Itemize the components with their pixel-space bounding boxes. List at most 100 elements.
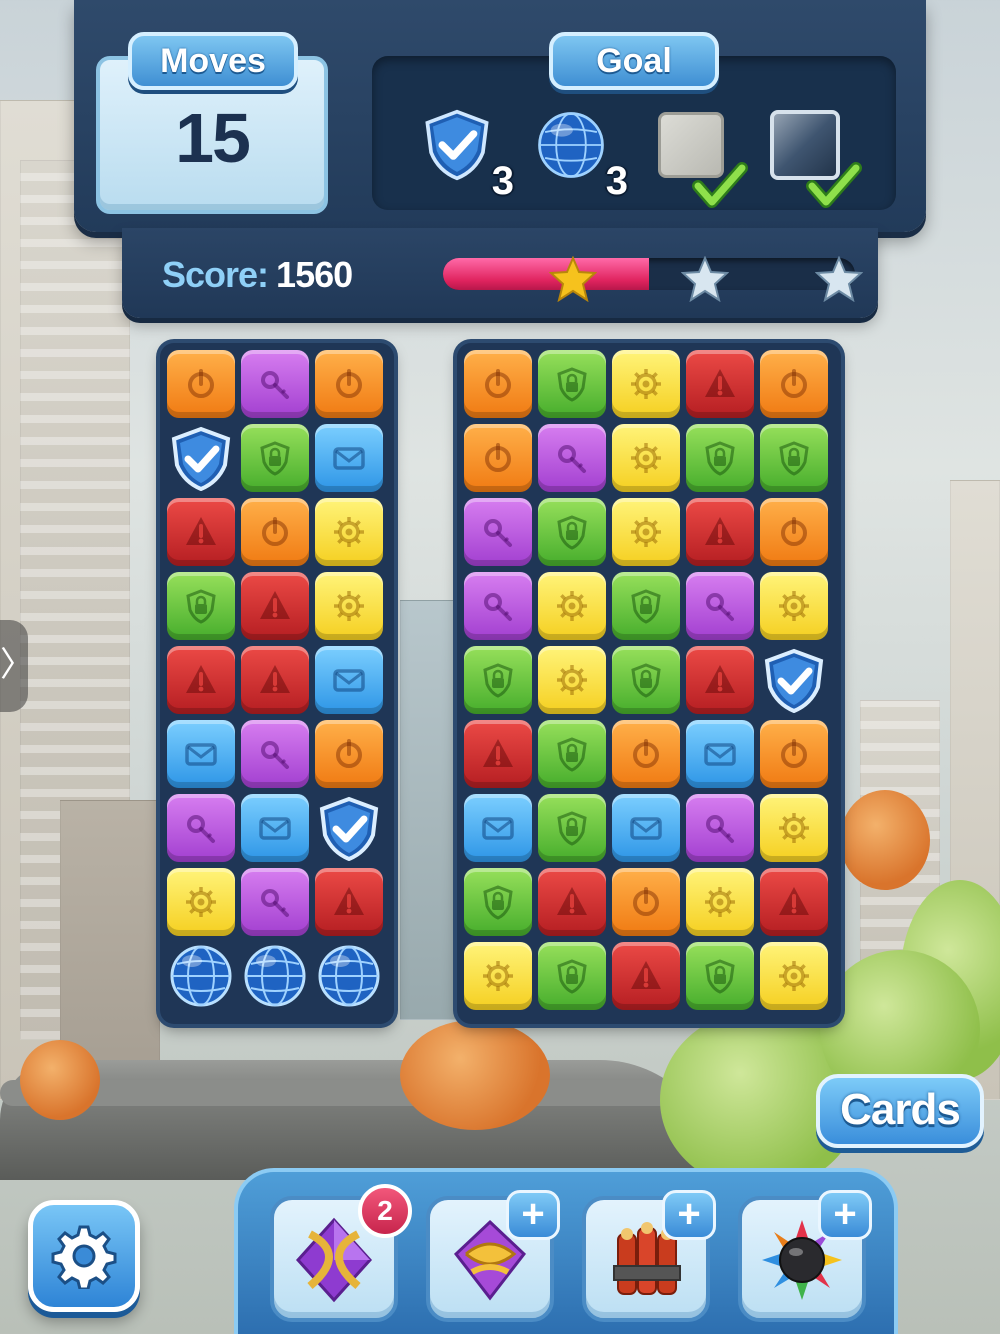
tile-alert[interactable] (609, 939, 683, 1013)
tile-mail[interactable] (461, 791, 535, 865)
power-icon (781, 369, 807, 398)
tile-key[interactable] (238, 865, 312, 939)
tile-power[interactable] (609, 865, 683, 939)
tile-key[interactable] (683, 569, 757, 643)
tile-power[interactable] (757, 347, 831, 421)
tile-gear[interactable] (757, 569, 831, 643)
globe-icon (244, 945, 306, 1007)
tile-lock[interactable] (683, 939, 757, 1013)
booster-dynamite[interactable]: + (582, 1190, 716, 1322)
tile-power[interactable] (757, 717, 831, 791)
tile-power[interactable] (461, 421, 535, 495)
tile-power[interactable] (609, 717, 683, 791)
tile-lock[interactable] (238, 421, 312, 495)
tile-lock[interactable] (164, 569, 238, 643)
tile-power[interactable] (238, 495, 312, 569)
tile-globe[interactable] (312, 939, 386, 1013)
lock-icon (631, 663, 661, 698)
tile-mail[interactable] (312, 643, 386, 717)
add-booster-button[interactable]: + (506, 1190, 560, 1240)
alert-icon (483, 739, 513, 767)
mail-icon (482, 817, 514, 840)
tile-lock[interactable] (609, 569, 683, 643)
tile-gear[interactable] (535, 569, 609, 643)
tile-lock[interactable] (535, 495, 609, 569)
mail-icon (185, 743, 217, 766)
tile-gear[interactable] (609, 347, 683, 421)
tile-lock[interactable] (535, 347, 609, 421)
tile-alert[interactable] (312, 865, 386, 939)
alert-icon (705, 517, 735, 545)
cards-button[interactable]: Cards (816, 1074, 984, 1148)
gear-icon (334, 591, 364, 621)
tile-mail[interactable] (164, 717, 238, 791)
tile-alert[interactable] (238, 569, 312, 643)
tile-lock[interactable] (535, 717, 609, 791)
mail-icon (333, 447, 365, 470)
tile-gear[interactable] (312, 569, 386, 643)
side-panel-handle[interactable]: 〉 (0, 620, 34, 712)
tile-gear[interactable] (312, 495, 386, 569)
settings-button[interactable] (28, 1200, 140, 1312)
tile-alert[interactable] (535, 865, 609, 939)
tile-key[interactable] (461, 495, 535, 569)
tile-lock[interactable] (535, 939, 609, 1013)
tile-gear[interactable] (757, 791, 831, 865)
tile-lock[interactable] (683, 421, 757, 495)
tile-lock[interactable] (535, 791, 609, 865)
tile-alert[interactable] (164, 495, 238, 569)
tile-power[interactable] (312, 717, 386, 791)
tile-key[interactable] (238, 347, 312, 421)
tile-power[interactable] (164, 347, 238, 421)
tile-globe[interactable] (238, 939, 312, 1013)
tile-mail[interactable] (683, 717, 757, 791)
tile-alert[interactable] (683, 495, 757, 569)
power-icon (633, 887, 659, 916)
tile-gear[interactable] (609, 495, 683, 569)
tile-mail[interactable] (238, 791, 312, 865)
tile-power[interactable] (757, 495, 831, 569)
gear-icon (51, 1225, 117, 1289)
tile-key[interactable] (683, 791, 757, 865)
score-value: 1560 (276, 254, 353, 295)
globe-icon (170, 945, 232, 1007)
tile-shield[interactable] (757, 643, 831, 717)
tile-mail[interactable] (312, 421, 386, 495)
tile-alert[interactable] (683, 347, 757, 421)
power-icon (781, 739, 807, 768)
tile-globe[interactable] (164, 939, 238, 1013)
tile-gear[interactable] (164, 865, 238, 939)
add-booster-button[interactable]: + (818, 1190, 872, 1240)
tile-alert[interactable] (461, 717, 535, 791)
tile-gear[interactable] (757, 939, 831, 1013)
lock-icon (186, 589, 216, 624)
tile-lock[interactable] (461, 643, 535, 717)
tile-lock[interactable] (461, 865, 535, 939)
tile-key[interactable] (461, 569, 535, 643)
tile-key[interactable] (238, 717, 312, 791)
booster-hourglass-gem[interactable]: + (426, 1190, 560, 1322)
tile-gear[interactable] (461, 939, 535, 1013)
tile-alert[interactable] (757, 865, 831, 939)
alert-icon (186, 665, 216, 693)
tile-gear[interactable] (535, 643, 609, 717)
tile-gear[interactable] (683, 865, 757, 939)
lock-icon (483, 663, 513, 698)
tile-mail[interactable] (609, 791, 683, 865)
tile-gear[interactable] (609, 421, 683, 495)
tile-shield[interactable] (312, 791, 386, 865)
add-booster-button[interactable]: + (662, 1190, 716, 1240)
tile-alert[interactable] (683, 643, 757, 717)
tile-key[interactable] (535, 421, 609, 495)
mail-icon (630, 817, 662, 840)
tile-lock[interactable] (757, 421, 831, 495)
tile-key[interactable] (164, 791, 238, 865)
tile-lock[interactable] (609, 643, 683, 717)
booster-spiked-bomb[interactable]: + (738, 1190, 872, 1322)
tile-alert[interactable] (238, 643, 312, 717)
tile-power[interactable] (312, 347, 386, 421)
booster-spiral-gem[interactable]: 2 (270, 1184, 412, 1322)
tile-shield[interactable] (164, 421, 238, 495)
tile-power[interactable] (461, 347, 535, 421)
tile-alert[interactable] (164, 643, 238, 717)
